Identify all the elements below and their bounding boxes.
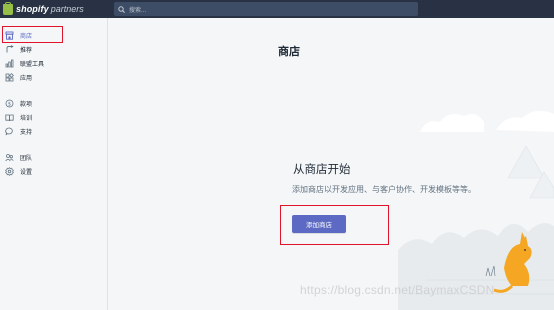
empty-state-heading: 从商店开始 bbox=[293, 164, 351, 176]
empty-state-description: 添加商店以开发应用、与客户协作、开发模板等等。 bbox=[292, 185, 476, 194]
top-bar: shopify partners 搜索... bbox=[0, 0, 554, 18]
referral-icon bbox=[5, 44, 14, 54]
sidebar-nav: 商店 推荐 联盟工具 应用 $ 款项 培训 支持 团队 设置 bbox=[0, 18, 108, 310]
search-placeholder: 搜索... bbox=[129, 7, 147, 14]
sidebar-item-label: 团队 bbox=[20, 155, 33, 162]
sidebar-item-label: 联盟工具 bbox=[20, 61, 45, 68]
search-input[interactable]: 搜索... bbox=[114, 2, 418, 16]
shopify-partners-logo[interactable]: shopify partners bbox=[3, 1, 84, 15]
sidebar-item-label: 培训 bbox=[20, 115, 33, 122]
apps-icon bbox=[5, 72, 14, 82]
sidebar-item-payments[interactable]: $ 款项 bbox=[5, 98, 32, 108]
team-icon bbox=[5, 153, 14, 162]
sidebar-item-label: 款项 bbox=[20, 101, 33, 108]
sidebar-item-settings[interactable]: 设置 bbox=[5, 166, 32, 176]
education-icon bbox=[5, 113, 14, 122]
sidebar-item-education[interactable]: 培训 bbox=[5, 112, 32, 122]
sidebar-item-referrals[interactable]: 推荐 bbox=[5, 44, 32, 54]
main-content: 商店 从商店开始 添加商店以开发应用、与客户协作、开发模板等等。 添加商店 bbox=[108, 18, 554, 310]
svg-text:$: $ bbox=[8, 101, 11, 107]
affiliate-tools-icon bbox=[5, 59, 14, 68]
highlight-box-add-store bbox=[280, 205, 389, 245]
sidebar-item-support[interactable]: 支持 bbox=[5, 126, 32, 136]
watermark-text: https://blog.csdn.net/BaymaxCSDN bbox=[300, 283, 495, 297]
payments-icon: $ bbox=[5, 99, 14, 108]
sidebar-item-label: 设置 bbox=[20, 169, 33, 176]
sidebar-item-label: 应用 bbox=[20, 75, 33, 82]
support-icon bbox=[5, 127, 14, 136]
logo-sub-text: partners bbox=[50, 4, 84, 14]
sidebar-item-apps[interactable]: 应用 bbox=[5, 72, 32, 82]
sidebar-item-team[interactable]: 团队 bbox=[5, 152, 32, 162]
shopify-bag-icon bbox=[3, 1, 13, 15]
page-title: 商店 bbox=[278, 46, 300, 58]
sidebar-item-label: 支持 bbox=[20, 129, 33, 136]
sidebar-item-label: 推荐 bbox=[20, 47, 33, 54]
logo-brand-text: shopify bbox=[16, 4, 49, 14]
search-icon bbox=[118, 5, 125, 13]
sidebar-item-affiliate-tools[interactable]: 联盟工具 bbox=[5, 58, 44, 68]
highlight-box-stores bbox=[2, 26, 63, 43]
gear-icon bbox=[5, 166, 14, 176]
